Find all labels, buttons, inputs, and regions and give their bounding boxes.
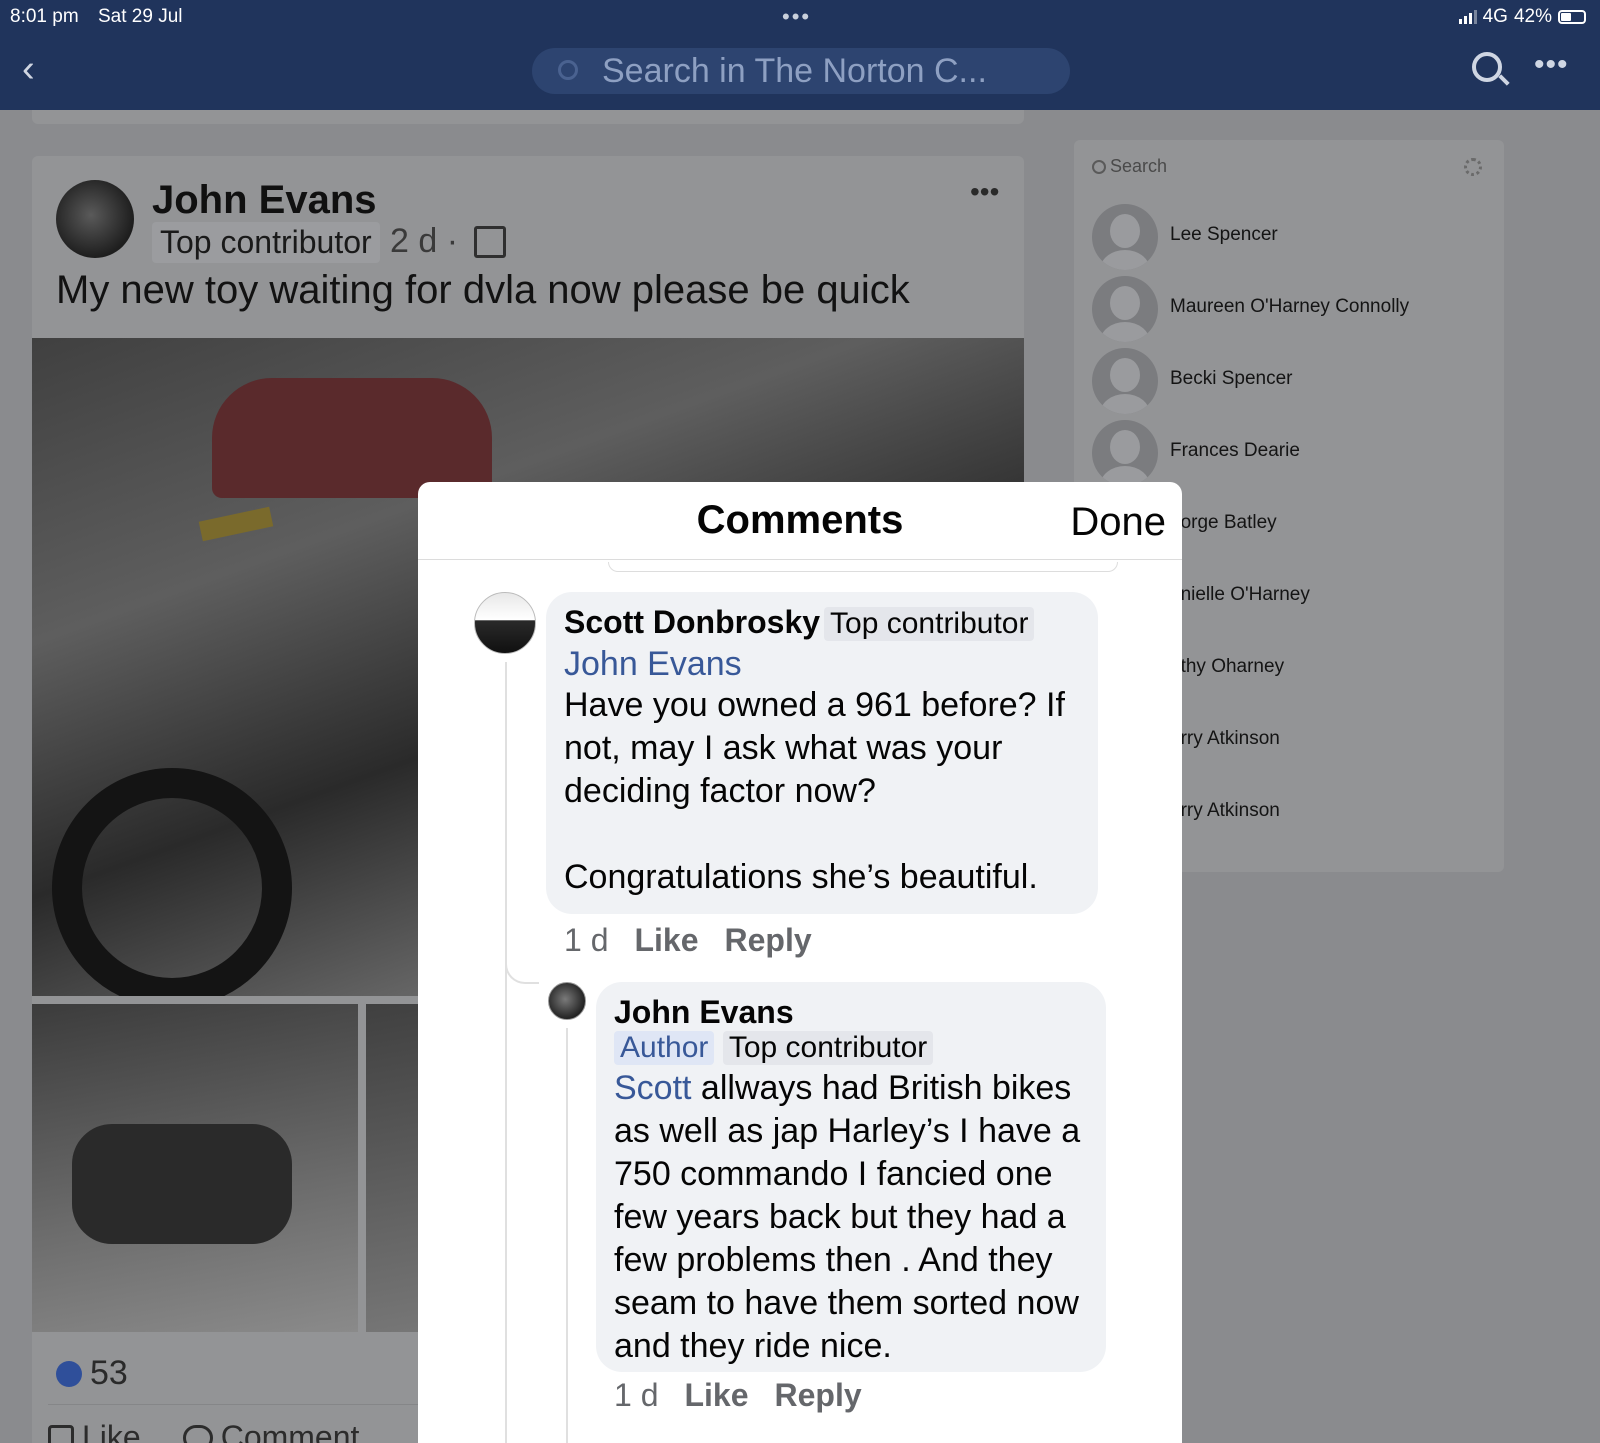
avatar xyxy=(1092,348,1158,414)
battery-percent: 42% xyxy=(1513,6,1552,27)
network-type: 4G xyxy=(1482,6,1508,27)
reply-thread-line xyxy=(566,1028,568,1443)
comment-label: Comment xyxy=(220,1419,360,1443)
multitasking-dots-icon[interactable]: ••• xyxy=(782,4,811,30)
member-item[interactable]: Becki Spencer xyxy=(1092,348,1492,414)
top-contributor-badge: Top contributor xyxy=(824,607,1035,641)
reply-body: allways had British bikes as well as jap… xyxy=(614,1069,1081,1365)
battery-icon xyxy=(1558,10,1586,24)
previous-comment-edge xyxy=(608,562,1118,572)
comment-button[interactable]: Comment xyxy=(182,1419,360,1443)
thread-line xyxy=(505,662,507,1443)
avatar[interactable] xyxy=(548,982,586,1020)
top-contributor-badge: Top contributor xyxy=(152,222,380,263)
done-button[interactable]: Done xyxy=(1070,500,1166,545)
reply-text: Scott allways had British bikes as well … xyxy=(614,1067,1088,1368)
post-photo-secondary[interactable] xyxy=(32,1004,358,1332)
status-bar: 8:01 pm Sat 29 Jul ••• 4G 42% xyxy=(0,4,1600,30)
member-name: eorge Batley xyxy=(1170,512,1277,533)
members-search-placeholder: Search xyxy=(1110,156,1168,176)
comment-author[interactable]: Scott Donbrosky xyxy=(564,604,820,640)
top-navigation-bar: 8:01 pm Sat 29 Jul ••• 4G 42% ‹ Search i… xyxy=(0,0,1600,110)
thumbs-up-icon xyxy=(48,1424,74,1443)
comments-modal: Comments Done Scott Donbrosky Top contrib… xyxy=(418,482,1182,1443)
member-name: Becki Spencer xyxy=(1170,368,1293,389)
like-button[interactable]: Like xyxy=(48,1419,141,1443)
group-members-icon xyxy=(474,226,506,258)
post-text: My new toy waiting for dvla now please b… xyxy=(56,268,910,312)
top-contributor-badge: Top contributor xyxy=(722,1031,934,1065)
status-right: 4G 42% xyxy=(1458,6,1586,28)
member-name: arry Atkinson xyxy=(1170,728,1280,749)
group-search-placeholder: Search in The Norton C... xyxy=(602,52,987,90)
reply-reply-button[interactable]: Reply xyxy=(775,1377,862,1414)
avatar xyxy=(1092,204,1158,270)
avatar xyxy=(1092,420,1158,486)
signal-icon xyxy=(1458,10,1477,24)
reply-time[interactable]: 1 d xyxy=(614,1377,658,1414)
avatar[interactable] xyxy=(474,592,536,654)
member-name: Maureen O'Harney Connolly xyxy=(1170,296,1410,317)
member-name: Lee Spencer xyxy=(1170,224,1278,245)
status-date: Sat 29 Jul xyxy=(98,6,183,27)
comment-bubble: Scott Donbrosky Top contributor John Evan… xyxy=(546,592,1098,914)
post-more-icon[interactable]: ••• xyxy=(970,176,999,208)
photo-plate-shape xyxy=(198,506,274,542)
modal-header: Comments Done xyxy=(418,482,1182,560)
photo-wheel-shape xyxy=(52,768,292,996)
member-item[interactable]: Frances Dearie xyxy=(1092,420,1492,486)
more-options-icon[interactable]: ••• xyxy=(1534,48,1569,82)
modal-title: Comments xyxy=(696,498,904,542)
member-item[interactable]: Maureen O'Harney Connolly xyxy=(1092,276,1492,342)
comment-time[interactable]: 1 d xyxy=(564,922,608,959)
reply-bubble: John Evans Author Top contributor Scott … xyxy=(596,982,1106,1372)
status-time: 8:01 pm xyxy=(10,6,79,27)
comment-text-2: Congratulations she’s beautiful. xyxy=(564,858,1038,896)
comment-meta: 1 d Like Reply xyxy=(564,922,812,959)
comment-mention[interactable]: John Evans xyxy=(564,645,1080,684)
members-search-input[interactable]: Search xyxy=(1092,156,1167,177)
like-reaction-icon xyxy=(56,1360,82,1387)
reply-mention[interactable]: Scott xyxy=(614,1069,691,1107)
photo-car-shape xyxy=(212,378,492,498)
search-icon xyxy=(558,60,578,80)
author-badge: Author xyxy=(614,1031,715,1065)
member-name: athy Oharney xyxy=(1170,656,1285,677)
back-chevron-icon[interactable]: ‹ xyxy=(22,50,50,88)
gear-icon[interactable] xyxy=(1464,158,1482,176)
likes-count: 53 xyxy=(90,1354,128,1392)
member-name: Frances Dearie xyxy=(1170,440,1300,461)
avatar xyxy=(1092,276,1158,342)
member-name: erry Atkinson xyxy=(1170,800,1280,821)
comment-like-button[interactable]: Like xyxy=(634,922,698,959)
reaction-summary[interactable]: 53 xyxy=(56,1354,128,1393)
reply-connector xyxy=(505,922,539,984)
reply-meta: 1 d Like Reply xyxy=(614,1377,862,1414)
post-author[interactable]: John Evans xyxy=(152,178,377,223)
member-name: anielle O'Harney xyxy=(1170,584,1310,605)
reply-author[interactable]: John Evans xyxy=(614,994,1088,1031)
avatar[interactable] xyxy=(56,180,134,258)
comment-bubble-icon xyxy=(182,1424,213,1443)
comment-reply-button[interactable]: Reply xyxy=(725,922,812,959)
member-item[interactable]: Lee Spencer xyxy=(1092,204,1492,270)
group-search-input[interactable]: Search in The Norton C... xyxy=(532,48,1070,94)
search-icon xyxy=(1092,159,1106,174)
reply-like-button[interactable]: Like xyxy=(684,1377,748,1414)
like-label: Like xyxy=(82,1419,141,1443)
previous-card-edge xyxy=(32,110,1024,124)
search-icon[interactable] xyxy=(1472,52,1502,82)
comment-text: Have you owned a 961 before? If not, may… xyxy=(564,686,1065,810)
post-time[interactable]: 2 d · xyxy=(390,222,458,261)
